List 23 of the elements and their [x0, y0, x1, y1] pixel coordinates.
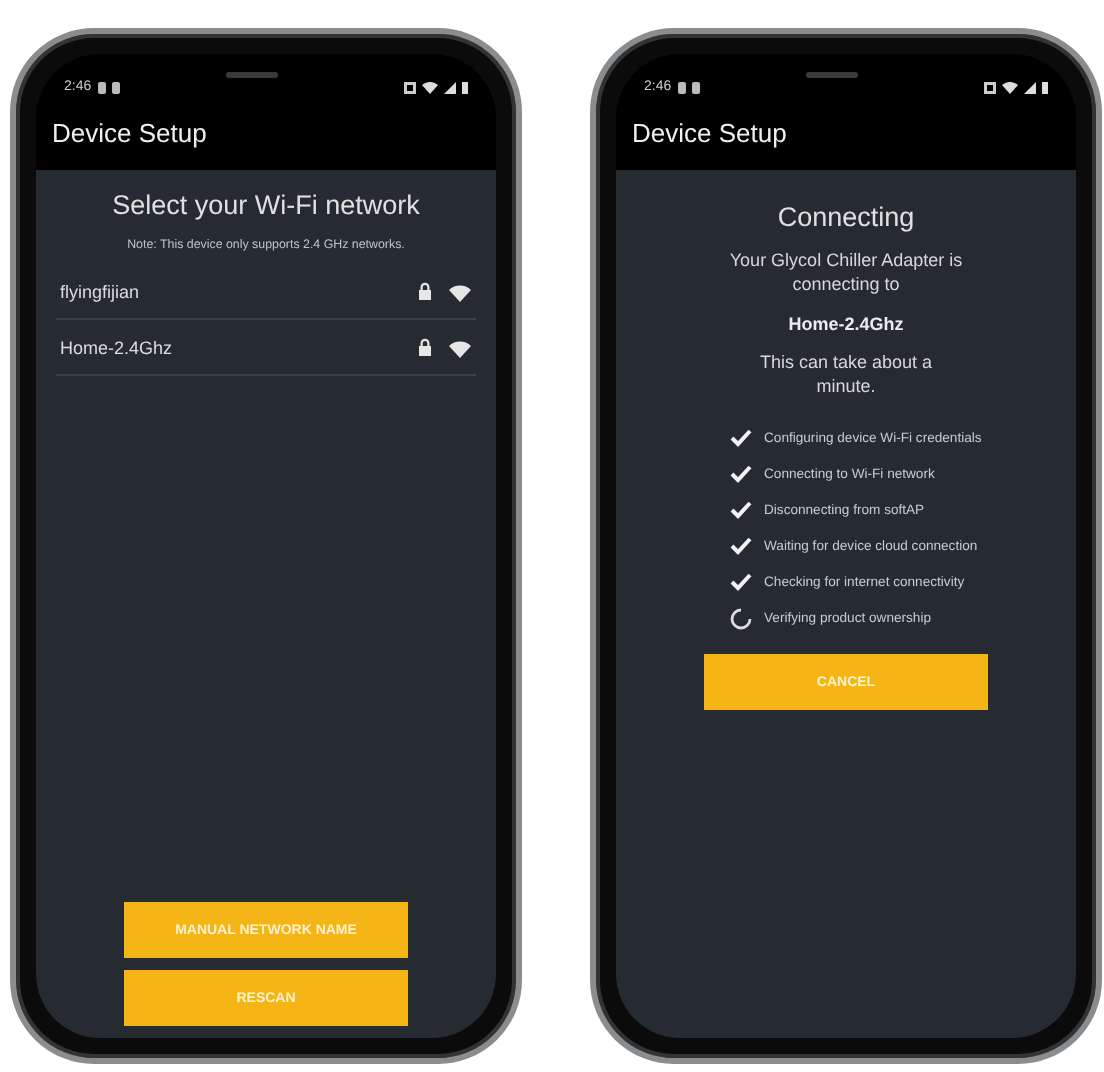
- speaker-grille: [806, 72, 858, 78]
- connecting-message: Your Glycol Chiller Adapter is connecting to: [728, 248, 964, 296]
- app-bar-title: Device Setup: [52, 117, 207, 147]
- network-name: flyingfijian: [60, 281, 140, 301]
- battery-icon: [462, 82, 468, 94]
- signal-icon: [444, 82, 456, 94]
- wifi-icon: [1002, 82, 1018, 94]
- nfc-icon: [404, 82, 416, 94]
- screen-heading: Connecting: [775, 202, 917, 232]
- network-name: Home-2.4Ghz: [60, 337, 173, 357]
- nfc-icon: [984, 82, 996, 94]
- signal-icon: [1024, 82, 1036, 94]
- wait-message: This can take about a minute.: [757, 350, 935, 398]
- app-bar-title: Device Setup: [632, 117, 787, 147]
- screen-heading: Select your Wi-Fi network: [110, 190, 422, 220]
- network-name: Home-2.4Ghz: [786, 314, 906, 334]
- speaker-grille: [226, 72, 278, 78]
- battery-icon: [1042, 82, 1048, 94]
- wifi-icon: [422, 82, 438, 94]
- network-row[interactable]: flyingfijian: [56, 264, 476, 320]
- wifi-icon: [448, 337, 472, 357]
- network-row[interactable]: Home-2.4Ghz: [56, 320, 476, 376]
- wifi-icon: [448, 281, 472, 301]
